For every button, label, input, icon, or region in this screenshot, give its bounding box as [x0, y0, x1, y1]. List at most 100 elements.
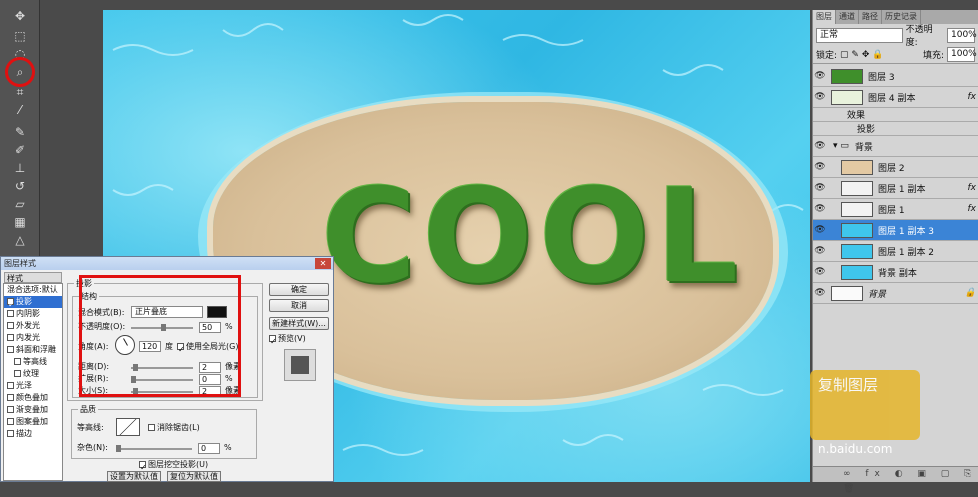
eye-icon[interactable]: 👁	[813, 141, 827, 151]
layer-thumbnail	[831, 89, 863, 105]
eye-icon[interactable]: 👁	[813, 288, 827, 298]
checkbox[interactable]: ✓	[7, 298, 15, 309]
layer-row[interactable]: 👁 图层 1 副本 2	[813, 241, 978, 262]
pct-unit: %	[224, 443, 232, 452]
lock-icons[interactable]: ▢ ✎ ✥ 🔒	[840, 50, 883, 60]
layer-row-selected[interactable]: 👁 图层 1 副本 3	[813, 220, 978, 241]
brush-tool-icon[interactable]: ✐	[11, 142, 29, 158]
style-label: 投影	[16, 297, 32, 306]
layer-group-row[interactable]: 👁 ▾ ▭ 背景	[813, 136, 978, 157]
style-item-color-overlay[interactable]: 颜色叠加	[4, 392, 62, 404]
style-item-pattern-overlay[interactable]: 图案叠加	[4, 416, 62, 428]
gradient-tool-icon[interactable]: ▦	[11, 214, 29, 230]
antialias-checkbox[interactable]: 消除锯齿(L)	[148, 422, 200, 434]
contour-picker[interactable]	[116, 418, 140, 436]
tab-channels[interactable]: 通道	[836, 10, 859, 24]
style-item-bevel[interactable]: 斜面和浮雕	[4, 344, 62, 356]
noise-number[interactable]: 0	[198, 443, 220, 454]
style-item-stroke[interactable]: 描边	[4, 428, 62, 440]
style-item-drop-shadow[interactable]: ✓投影	[4, 296, 62, 309]
layer-row[interactable]: 👁 图层 1 fx	[813, 199, 978, 220]
style-label: 纹理	[23, 369, 39, 378]
layer-thumbnail	[841, 201, 873, 217]
checkbox[interactable]	[7, 382, 14, 389]
eye-icon[interactable]: 👁	[813, 92, 827, 102]
tab-paths[interactable]: 路径	[859, 10, 882, 24]
checkbox[interactable]	[7, 322, 14, 329]
eye-icon[interactable]: 👁	[813, 267, 827, 277]
cool-grass-text: COOL	[321, 160, 745, 312]
noise-label: 杂色(N):	[77, 443, 108, 452]
checkbox[interactable]	[7, 346, 14, 353]
new-style-button[interactable]: 新建样式(W)...	[269, 317, 329, 330]
set-default-button[interactable]: 设置为默认值	[107, 471, 161, 482]
tab-layers[interactable]: 图层	[813, 10, 836, 24]
checkbox[interactable]	[7, 418, 14, 425]
fill-input[interactable]: 100%	[947, 47, 977, 62]
noise-slider[interactable]	[116, 445, 192, 452]
eyedropper-tool-icon[interactable]: ⁄	[11, 102, 29, 118]
eye-icon[interactable]: 👁	[813, 71, 827, 81]
style-item-blending[interactable]: 混合选项:默认	[4, 284, 62, 296]
style-item-gradient-overlay[interactable]: 渐变叠加	[4, 404, 62, 416]
checkbox[interactable]	[7, 394, 14, 401]
effects-row[interactable]: 效果	[813, 108, 978, 122]
layer-row[interactable]: 👁 图层 3	[813, 66, 978, 87]
styles-header[interactable]: 样式	[4, 272, 62, 283]
checkbox[interactable]	[14, 370, 21, 377]
layer-row[interactable]: 👁 图层 1 副本 fx	[813, 178, 978, 199]
eye-icon[interactable]: 👁	[813, 183, 827, 193]
history-brush-tool-icon[interactable]: ↺	[11, 178, 29, 194]
fill-label: 填充:	[922, 51, 944, 61]
marquee-tool-icon[interactable]: ⬚	[11, 28, 29, 44]
style-item-contour[interactable]: 等高线	[4, 356, 62, 368]
ok-button[interactable]: 确定	[269, 283, 329, 296]
checkbox[interactable]	[7, 334, 14, 341]
eye-icon[interactable]: 👁	[813, 246, 827, 256]
style-item-satin[interactable]: 光泽	[4, 380, 62, 392]
checkbox[interactable]	[7, 430, 14, 437]
eye-icon[interactable]: 👁	[813, 162, 827, 172]
checkbox[interactable]	[7, 310, 14, 317]
fx-icon[interactable]: fx	[968, 183, 977, 193]
layer-thumbnail	[841, 159, 873, 175]
style-label: 渐变叠加	[16, 405, 48, 414]
layer-knocks-checkbox[interactable]: ✓图层挖空投影(U)	[139, 459, 208, 472]
preview-checkbox[interactable]: ✓预览(V)	[269, 333, 306, 346]
style-item-outer-glow[interactable]: 外发光	[4, 320, 62, 332]
style-preview-swatch	[284, 349, 316, 381]
eye-icon[interactable]: 👁	[813, 225, 827, 235]
fx-icon[interactable]: fx	[968, 204, 977, 214]
layer-name: 背景	[868, 289, 887, 300]
pen-tool-icon[interactable]: △	[11, 232, 29, 248]
style-item-inner-shadow[interactable]: 内阴影	[4, 308, 62, 320]
layer-row[interactable]: 👁 图层 2	[813, 157, 978, 178]
quality-title: 品质	[78, 404, 98, 415]
layer-row[interactable]: 👁 图层 4 副本 fx	[813, 87, 978, 108]
checkbox[interactable]	[14, 358, 21, 365]
layer-name: 图层 1 副本 3	[878, 226, 935, 237]
style-label: 描边	[16, 429, 32, 438]
clone-stamp-tool-icon[interactable]: ⊥	[11, 160, 29, 176]
move-tool-icon[interactable]: ✥	[11, 8, 29, 24]
eraser-tool-icon[interactable]: ▱	[11, 196, 29, 212]
reset-default-button[interactable]: 复位为默认值	[167, 471, 221, 482]
blend-mode-select[interactable]: 正常	[816, 27, 903, 43]
opacity-input[interactable]: 100%	[947, 27, 977, 43]
style-item-inner-glow[interactable]: 内发光	[4, 332, 62, 344]
layer-row[interactable]: 👁 背景 🔒	[813, 283, 978, 304]
checkbox[interactable]	[7, 406, 14, 413]
fx-icon[interactable]: fx	[968, 92, 977, 102]
cancel-button[interactable]: 取消	[269, 299, 329, 312]
close-icon[interactable]: ✕	[315, 258, 331, 269]
layer-row[interactable]: 👁 背景 副本	[813, 262, 978, 283]
antialias-label: 消除锯齿(L)	[157, 423, 200, 432]
eye-icon[interactable]: 👁	[813, 204, 827, 214]
style-item-texture[interactable]: 纹理	[4, 368, 62, 380]
lock-label: 锁定:	[816, 51, 838, 61]
watermark-text: 复制图层	[818, 376, 879, 394]
healing-brush-tool-icon[interactable]: ✎	[11, 124, 29, 140]
drop-shadow-effect-row[interactable]: 投影	[813, 122, 978, 136]
panel-footer-icons[interactable]: ∞ fx ◐ ▣ ▢ ⎘ 🗑	[813, 466, 978, 494]
layer-name: 图层 1 副本 2	[878, 247, 935, 258]
